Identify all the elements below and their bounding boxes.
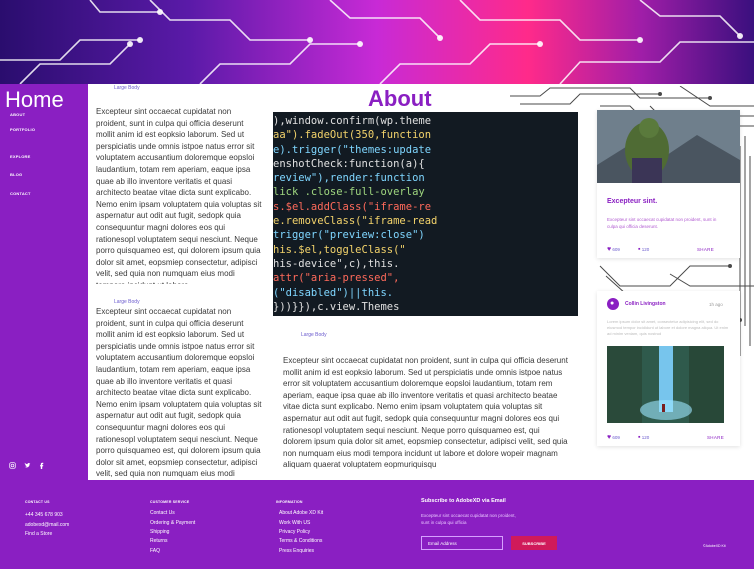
- code-line: enshotCheck:function(a){: [273, 157, 425, 170]
- code-image: ),window.confirm(wp.theme aa").fadeOut(3…: [273, 112, 578, 316]
- code-line: review"),render:function: [273, 172, 425, 185]
- code-line: ("disabled")||this.: [273, 286, 394, 299]
- brand-title[interactable]: Home: [5, 87, 64, 113]
- share-button[interactable]: SHARE: [707, 435, 724, 440]
- nav-explore[interactable]: EXPLORE: [10, 154, 31, 159]
- heart-icon: ♥: [607, 246, 612, 253]
- nav-blog[interactable]: BLOG: [10, 172, 22, 177]
- email-input[interactable]: [421, 536, 503, 550]
- share-button[interactable]: SHARE: [697, 247, 714, 252]
- user-icon: ●: [610, 300, 615, 307]
- comment-icon: ▪: [638, 434, 641, 441]
- hero-banner: [0, 0, 754, 84]
- hulk-image: [597, 110, 740, 183]
- code-line: trigger("preview:close"): [273, 229, 425, 242]
- comments-count[interactable]: ▪ 120: [638, 246, 649, 253]
- facebook-icon[interactable]: [38, 462, 45, 469]
- subscribe-description: Excepteur sint occaecat cupidatat non pr…: [421, 513, 516, 525]
- heart-icon: ♥: [607, 434, 612, 441]
- card-title: Excepteur sint.: [607, 198, 658, 205]
- post-time: 1h ago: [709, 302, 723, 307]
- body-paragraph-wide: Excepteur sint occaecat cupidatat non pr…: [283, 356, 568, 470]
- copyright-text: ©AdobeXD Kit: [703, 544, 726, 548]
- code-line: aa").fadeOut(350,function: [273, 129, 432, 142]
- likes-count[interactable]: ♥ 609: [607, 246, 620, 253]
- email-address[interactable]: adobexd@mail.com: [25, 522, 69, 528]
- footer-link-returns[interactable]: Returns: [150, 538, 168, 544]
- footer-heading: CUSTOMER SERVICE: [150, 500, 190, 504]
- comment-icon: ▪: [638, 246, 641, 253]
- footer: CONTACT US +44 345 678 903 adobexd@mail.…: [0, 480, 754, 569]
- body-paragraph: Excepteur sint occaecat cupidatat non pr…: [96, 107, 262, 284]
- subscribe-button[interactable]: SUBSCRIBE: [511, 536, 557, 550]
- code-line: his.$el,toggleClass(": [273, 243, 406, 256]
- footer-link-about[interactable]: About Adobe XD Kit: [279, 510, 323, 516]
- find-store-link[interactable]: Find a Store: [25, 531, 52, 537]
- code-line: e).trigger("themes:update: [273, 143, 432, 156]
- code-line: lick .close-full-overlay: [273, 186, 425, 199]
- code-line: }))}}),c.view.Themes: [273, 300, 400, 313]
- avatar: ●: [607, 298, 619, 310]
- card-description: Excepteur sint occaecat cupidatat non pr…: [607, 217, 717, 229]
- footer-link-terms[interactable]: Terms & Conditions: [279, 538, 322, 544]
- footer-heading: CONTACT US: [25, 500, 50, 504]
- footer-link-faq[interactable]: FAQ: [150, 548, 160, 554]
- nav-about[interactable]: ABOUT: [10, 112, 25, 117]
- post-card[interactable]: ● Collin Livingston 1h ago Lorem ipsum d…: [597, 291, 740, 446]
- card-description: Lorem ipsum dolor sit amet, consectetur …: [607, 319, 729, 336]
- footer-link-press[interactable]: Press Enquiries: [279, 548, 314, 554]
- nav-portfolio[interactable]: PORTFOLIO: [10, 127, 35, 132]
- code-line: his-device",c),this.: [273, 257, 400, 270]
- footer-link-shipping[interactable]: Shipping: [150, 529, 169, 535]
- subscribe-title: Subscribe to AdobeXD via Email: [421, 498, 506, 504]
- large-body-label: Large Body: [114, 299, 140, 305]
- large-body-label: Large Body: [301, 332, 327, 338]
- twitter-icon[interactable]: [24, 462, 31, 469]
- author-name[interactable]: Collin Livingston: [625, 301, 666, 307]
- footer-link-privacy[interactable]: Privacy Policy: [279, 529, 310, 535]
- instagram-icon[interactable]: [9, 462, 16, 469]
- comments-count[interactable]: ▪ 120: [638, 434, 649, 441]
- footer-link-contact[interactable]: Contact Us: [150, 510, 175, 516]
- footer-link-ordering[interactable]: Ordering & Payment: [150, 520, 195, 526]
- large-body-label: Large Body: [114, 85, 140, 91]
- code-line: ),window.confirm(wp.theme: [273, 115, 432, 127]
- footer-link-work[interactable]: Work With US: [279, 520, 310, 526]
- circuit-pattern: [0, 0, 754, 84]
- code-line: s.$el.addClass("iframe-re: [273, 200, 432, 213]
- waterfall-image: [607, 346, 724, 423]
- phone-number[interactable]: +44 345 678 903: [25, 512, 63, 518]
- code-line: e.removeClass("iframe-read: [273, 215, 438, 228]
- likes-count[interactable]: ♥ 609: [607, 434, 620, 441]
- nav-contact[interactable]: CONTACT: [10, 191, 31, 196]
- body-paragraph: Excepteur sint occaecat cupidatat non pr…: [96, 307, 262, 479]
- code-line: attr("aria-pressed",: [273, 272, 400, 285]
- footer-heading: INFORMATION: [276, 500, 303, 504]
- section-title: About: [368, 86, 432, 111]
- sidebar: Home ABOUT PORTFOLIO EXPLORE BLOG CONTAC…: [0, 84, 88, 480]
- post-card[interactable]: Excepteur sint. Excepteur sint occaecat …: [597, 110, 740, 258]
